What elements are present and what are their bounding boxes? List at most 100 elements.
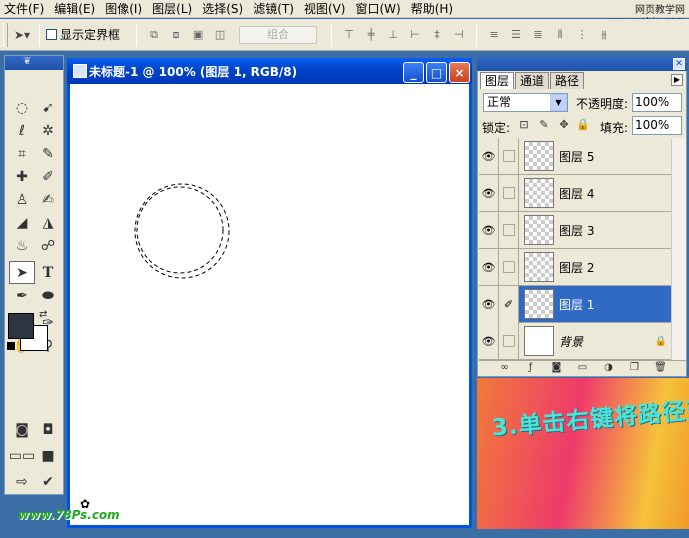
lock-transparency-icon[interactable]: ⊡ bbox=[517, 118, 531, 132]
eye-icon[interactable]: 👁 bbox=[479, 137, 499, 175]
move-icon[interactable]: ➹ bbox=[35, 96, 61, 119]
panel-close-icon[interactable]: ✕ bbox=[673, 58, 685, 70]
screen-mode-icon[interactable]: ▭▭ bbox=[9, 444, 35, 467]
combine-subtract-icon[interactable]: ⧈ bbox=[168, 28, 184, 42]
distribute-vcenter-icon[interactable]: ☰ bbox=[508, 28, 524, 42]
menu-view[interactable]: 视图(V) bbox=[300, 0, 352, 17]
align-top-icon[interactable]: ⊤ bbox=[341, 28, 357, 42]
menu-layer[interactable]: 图层(L) bbox=[148, 0, 198, 17]
link-cell[interactable] bbox=[499, 322, 519, 360]
lock-position-icon[interactable]: ✥ bbox=[557, 118, 571, 132]
ellipse-icon[interactable]: ⬬ bbox=[35, 284, 61, 307]
combine-exclude-icon[interactable]: ◫ bbox=[212, 28, 228, 42]
eraser-icon[interactable]: ◢ bbox=[9, 211, 35, 234]
eye-icon[interactable]: 👁 bbox=[479, 285, 499, 323]
combine-intersect-icon[interactable]: ▣ bbox=[190, 28, 206, 42]
align-bottom-icon[interactable]: ⊥ bbox=[385, 28, 401, 42]
close-button[interactable]: × bbox=[449, 62, 470, 83]
add-mask-icon[interactable]: ◙ bbox=[549, 362, 565, 375]
pen-icon[interactable]: ✒ bbox=[9, 284, 35, 307]
tab-layers[interactable]: 图层 bbox=[480, 72, 515, 89]
layer-style-icon[interactable]: ƒ bbox=[523, 362, 539, 375]
tab-paths[interactable]: 路径 bbox=[550, 72, 585, 89]
options-grip[interactable] bbox=[3, 22, 8, 47]
align-hcenter-icon[interactable]: ‡ bbox=[429, 28, 445, 42]
distribute-bottom-icon[interactable]: ≣ bbox=[530, 28, 546, 42]
new-layer-icon[interactable]: ❐ bbox=[627, 362, 643, 375]
crop-icon[interactable]: ⌗ bbox=[9, 142, 35, 165]
lasso-icon[interactable]: ℓ bbox=[9, 119, 35, 142]
fullscreen-mode-icon[interactable]: ■ bbox=[35, 444, 61, 467]
stamp-icon[interactable]: ♙ bbox=[9, 188, 35, 211]
lock-image-icon[interactable]: ✎ bbox=[537, 118, 551, 132]
eye-icon[interactable]: 👁 bbox=[479, 211, 499, 249]
trash-icon[interactable]: 🗑 bbox=[653, 362, 669, 375]
brush-icon[interactable]: ✐ bbox=[499, 285, 519, 323]
link-cell[interactable] bbox=[499, 211, 519, 249]
maximize-button[interactable]: □ bbox=[426, 62, 447, 83]
combine-add-icon[interactable]: ⧉ bbox=[146, 28, 162, 42]
chevron-down-icon[interactable]: ▼ bbox=[550, 94, 567, 111]
default-colors-icon[interactable] bbox=[7, 342, 15, 350]
blur-icon[interactable]: ♨ bbox=[9, 234, 35, 257]
menu-filter[interactable]: 滤镜(T) bbox=[249, 0, 300, 17]
menu-help[interactable]: 帮助(H) bbox=[407, 0, 459, 17]
align-left-icon[interactable]: ⊢ bbox=[407, 28, 423, 42]
group-button[interactable]: 组合 bbox=[239, 25, 318, 44]
distribute-right-icon[interactable]: ⫵ bbox=[596, 28, 612, 42]
jump-to-imageready-icon[interactable]: ⇨ bbox=[9, 470, 35, 493]
type-icon[interactable]: T bbox=[35, 261, 61, 284]
slice-icon[interactable]: ✎ bbox=[35, 142, 61, 165]
panel-menu-icon[interactable]: ▶ bbox=[671, 74, 683, 86]
menu-file[interactable]: 文件(F) bbox=[0, 0, 50, 17]
layer-row-selected[interactable]: 👁 ✐ 图层 1 bbox=[479, 285, 671, 323]
eye-icon[interactable]: 👁 bbox=[479, 322, 499, 360]
layer-row[interactable]: 👁 图层 4 bbox=[479, 174, 671, 212]
layer-row-background[interactable]: 👁 背景 🔒 bbox=[479, 322, 671, 360]
align-right-icon[interactable]: ⊣ bbox=[451, 28, 467, 42]
adjustment-layer-icon[interactable]: ◑ bbox=[601, 362, 617, 375]
link-cell[interactable] bbox=[499, 137, 519, 175]
swap-colors-icon[interactable]: ⇄ bbox=[39, 309, 47, 320]
standard-mode-icon[interactable]: ◙ bbox=[9, 418, 35, 441]
toolbox-header[interactable]: ❦ bbox=[5, 56, 63, 70]
move-tool-preset-icon[interactable]: ➤▾ bbox=[11, 24, 33, 46]
magic-wand-icon[interactable]: ✲ bbox=[35, 119, 61, 142]
menu-image[interactable]: 图像(I) bbox=[101, 0, 148, 17]
fill-input[interactable]: 100% bbox=[632, 116, 682, 135]
minimize-button[interactable]: _ bbox=[403, 62, 424, 83]
distribute-top-icon[interactable]: ≡ bbox=[486, 28, 502, 42]
marquee-icon[interactable]: ◌ bbox=[9, 96, 35, 119]
layer-row[interactable]: 👁 图层 5 bbox=[479, 137, 671, 175]
document-canvas[interactable] bbox=[70, 84, 469, 525]
layer-row[interactable]: 👁 图层 2 bbox=[479, 248, 671, 286]
menu-window[interactable]: 窗口(W) bbox=[351, 0, 406, 17]
new-group-icon[interactable]: ▭ bbox=[575, 362, 591, 375]
quickmask-mode-icon[interactable]: ◘ bbox=[35, 418, 61, 441]
layers-scrollbar[interactable] bbox=[671, 138, 686, 360]
eye-icon[interactable]: 👁 bbox=[479, 248, 499, 286]
foreground-color-swatch[interactable] bbox=[8, 313, 34, 339]
align-vcenter-icon[interactable]: ╪ bbox=[363, 28, 379, 42]
distribute-hcenter-icon[interactable]: ⋮ bbox=[574, 28, 590, 42]
history-brush-icon[interactable]: ✍ bbox=[35, 188, 61, 211]
link-layers-icon[interactable]: ∞ bbox=[497, 362, 513, 375]
brush-icon[interactable]: ✐ bbox=[35, 165, 61, 188]
path-select-icon[interactable]: ➤ bbox=[9, 261, 35, 284]
healing-icon[interactable]: ✚ bbox=[9, 165, 35, 188]
bucket-icon[interactable]: ◮ bbox=[35, 211, 61, 234]
link-cell[interactable] bbox=[499, 174, 519, 212]
lock-all-icon[interactable]: 🔒 bbox=[576, 118, 590, 132]
link-cell[interactable] bbox=[499, 248, 519, 286]
auto-select-checkbox[interactable] bbox=[46, 29, 57, 40]
opacity-input[interactable]: 100% bbox=[632, 93, 682, 112]
tab-channels[interactable]: 通道 bbox=[515, 72, 550, 89]
menu-edit[interactable]: 编辑(E) bbox=[50, 0, 101, 17]
eye-icon[interactable]: 👁 bbox=[479, 174, 499, 212]
menu-select[interactable]: 选择(S) bbox=[198, 0, 249, 17]
layers-panel-header[interactable] bbox=[477, 57, 687, 71]
distribute-left-icon[interactable]: ⫴ bbox=[552, 28, 568, 42]
layer-row[interactable]: 👁 图层 3 bbox=[479, 211, 671, 249]
dodge-icon[interactable]: ☍ bbox=[35, 234, 61, 257]
check-icon[interactable]: ✔ bbox=[35, 470, 61, 493]
